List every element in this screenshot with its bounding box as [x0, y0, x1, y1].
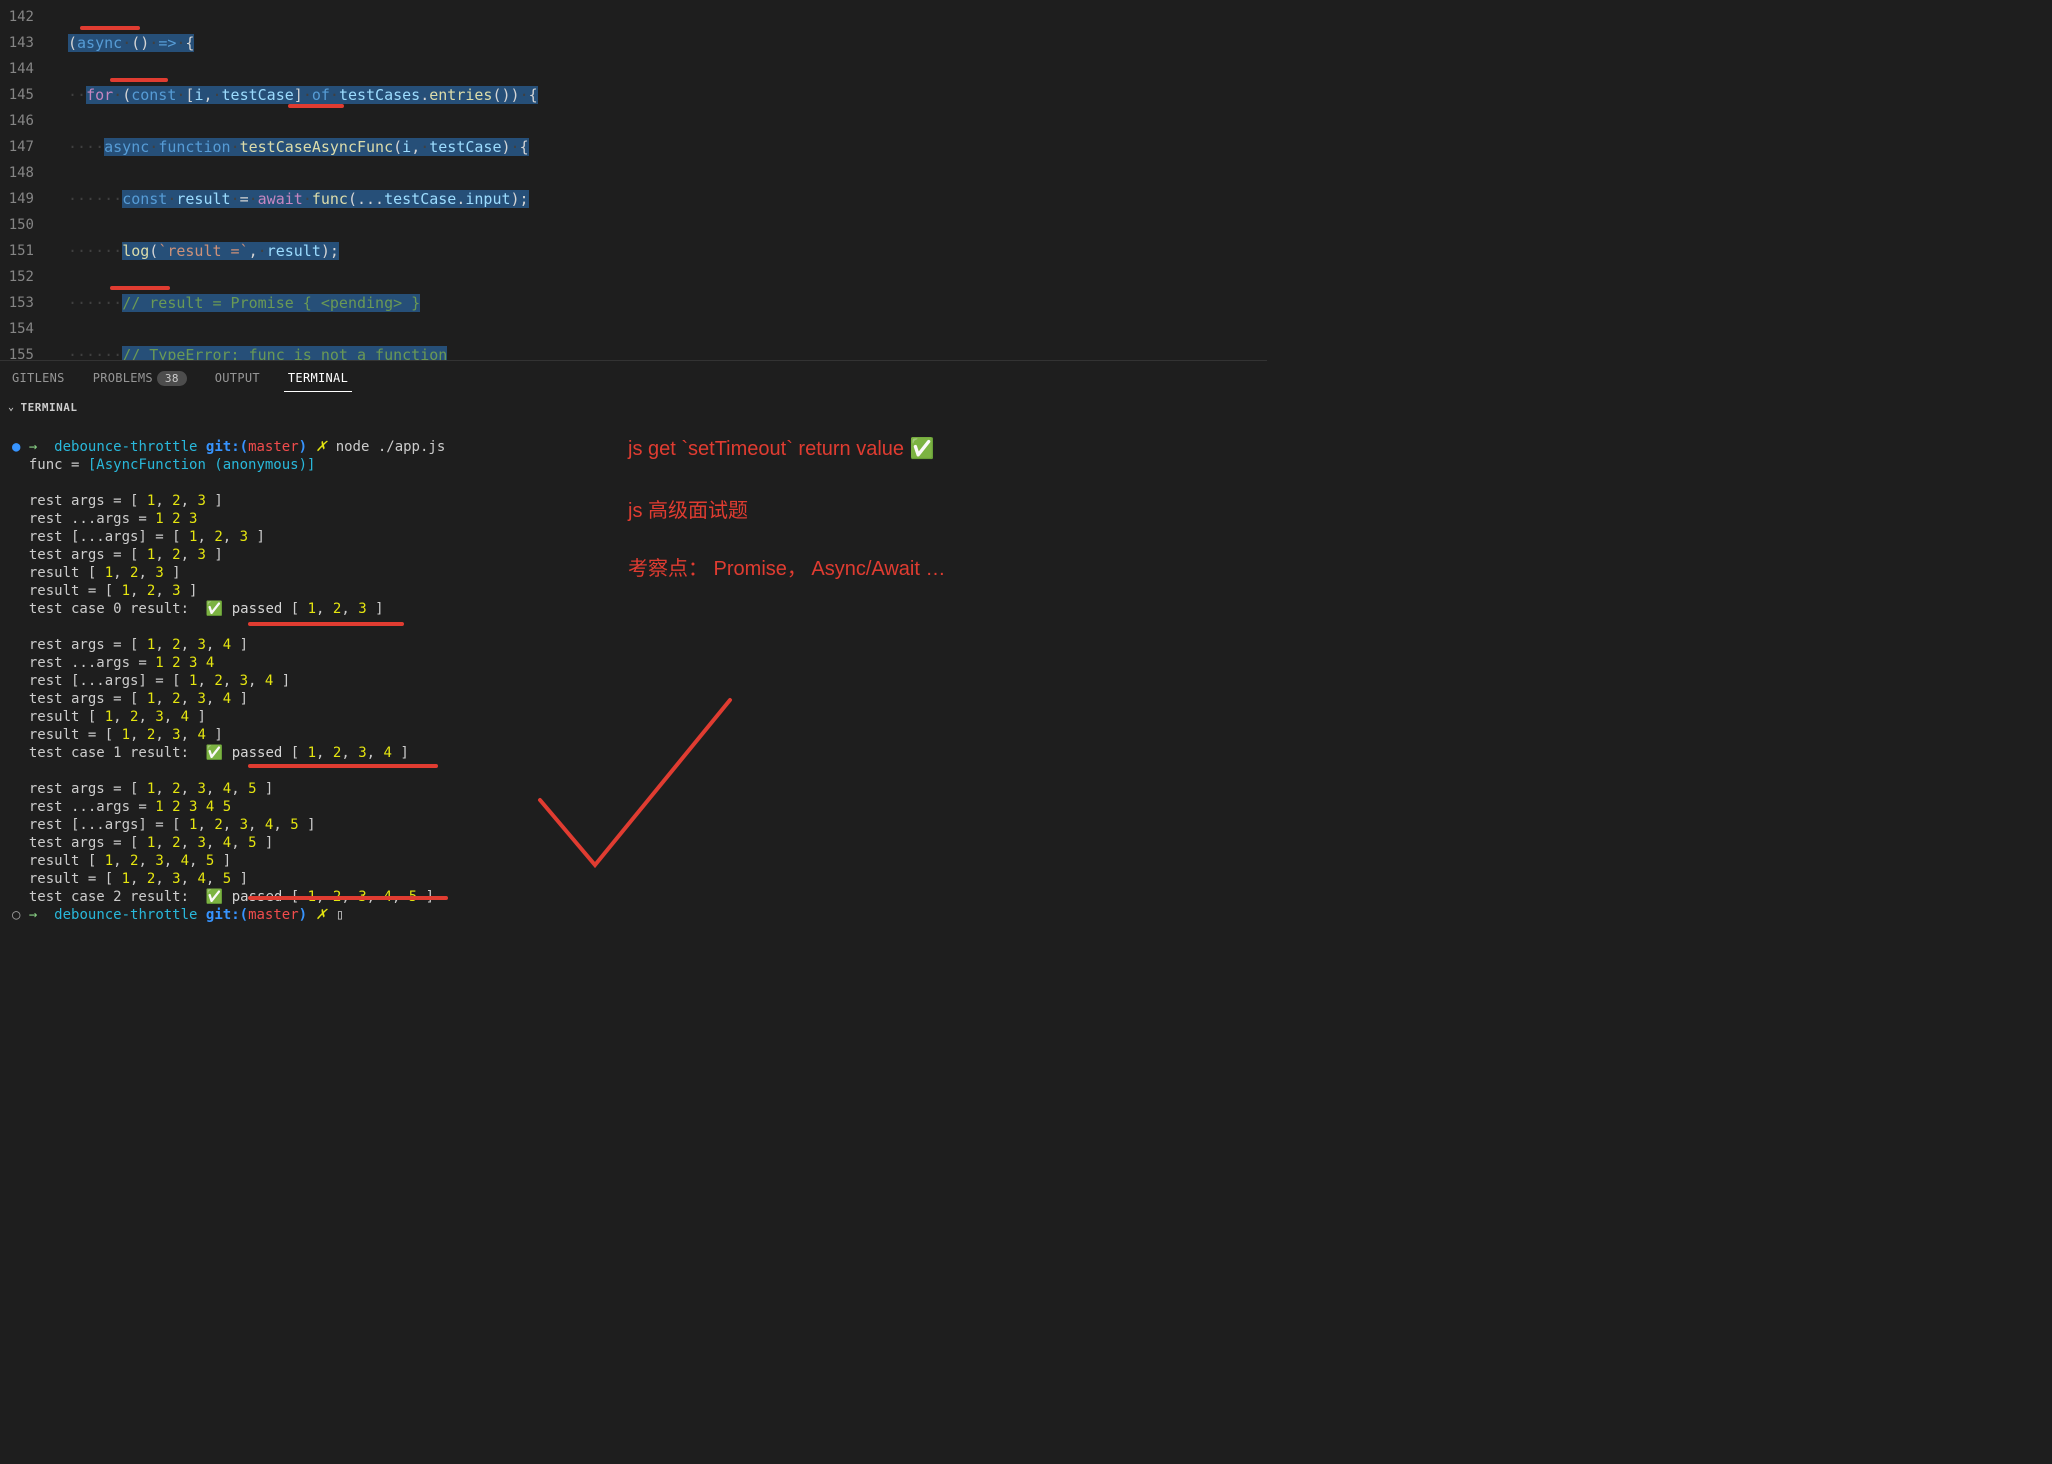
annotation-text-2: js 高级面试题: [628, 494, 748, 523]
tab-problems[interactable]: PROBLEMS38: [89, 365, 191, 391]
code-line-146[interactable]: ······log(`result =`,·result);: [68, 238, 1267, 264]
code-line-143[interactable]: ··for·(const·[i,·testCase]·of·testCases.…: [68, 82, 1267, 108]
annotation-checkmark-icon: [520, 690, 740, 880]
annotation-underline-passed2: [248, 896, 448, 900]
problems-badge: 38: [157, 371, 187, 386]
annotation-underline-async: [80, 26, 140, 30]
annotation-underline-passed0: [248, 622, 404, 626]
annotation-underline-await2: [110, 286, 170, 290]
annotation-underline-await: [288, 104, 344, 108]
editor-pane[interactable]: 142 143 144 145 146 147 148 149 150 151 …: [0, 0, 1267, 360]
code-line-144[interactable]: ····async·function·testCaseAsyncFunc(i,·…: [68, 134, 1267, 160]
annotation-text-3: 考察点： Promise， Async/Await …: [628, 552, 945, 581]
tab-output[interactable]: OUTPUT: [211, 365, 264, 391]
code-line-145[interactable]: ······const·result·=·await·func(...testC…: [68, 186, 1267, 212]
annotation-underline-async2: [110, 78, 168, 82]
code-line-148[interactable]: ······// TypeError: func is not a functi…: [68, 342, 1267, 360]
annotation-underline-passed1: [248, 764, 438, 768]
terminal-header[interactable]: ⌄ TERMINAL: [0, 395, 1267, 420]
code-content[interactable]: (async·()·=>·{ ··for·(const·[i,·testCase…: [48, 0, 1267, 360]
code-line-147[interactable]: ······// result = Promise { <pending> }: [68, 290, 1267, 316]
chevron-down-icon[interactable]: ⌄: [8, 402, 15, 413]
terminal-header-label: TERMINAL: [21, 401, 78, 414]
tab-terminal[interactable]: TERMINAL: [284, 365, 352, 392]
code-line-142[interactable]: (async·()·=>·{: [68, 30, 1267, 56]
tab-gitlens[interactable]: GITLENS: [8, 365, 69, 391]
panel-tabs: GITLENS PROBLEMS38 OUTPUT TERMINAL: [0, 360, 1267, 395]
annotation-text-1: js get `setTimeout` return value ✅: [628, 436, 935, 461]
line-gutter: 142 143 144 145 146 147 148 149 150 151 …: [0, 0, 48, 360]
